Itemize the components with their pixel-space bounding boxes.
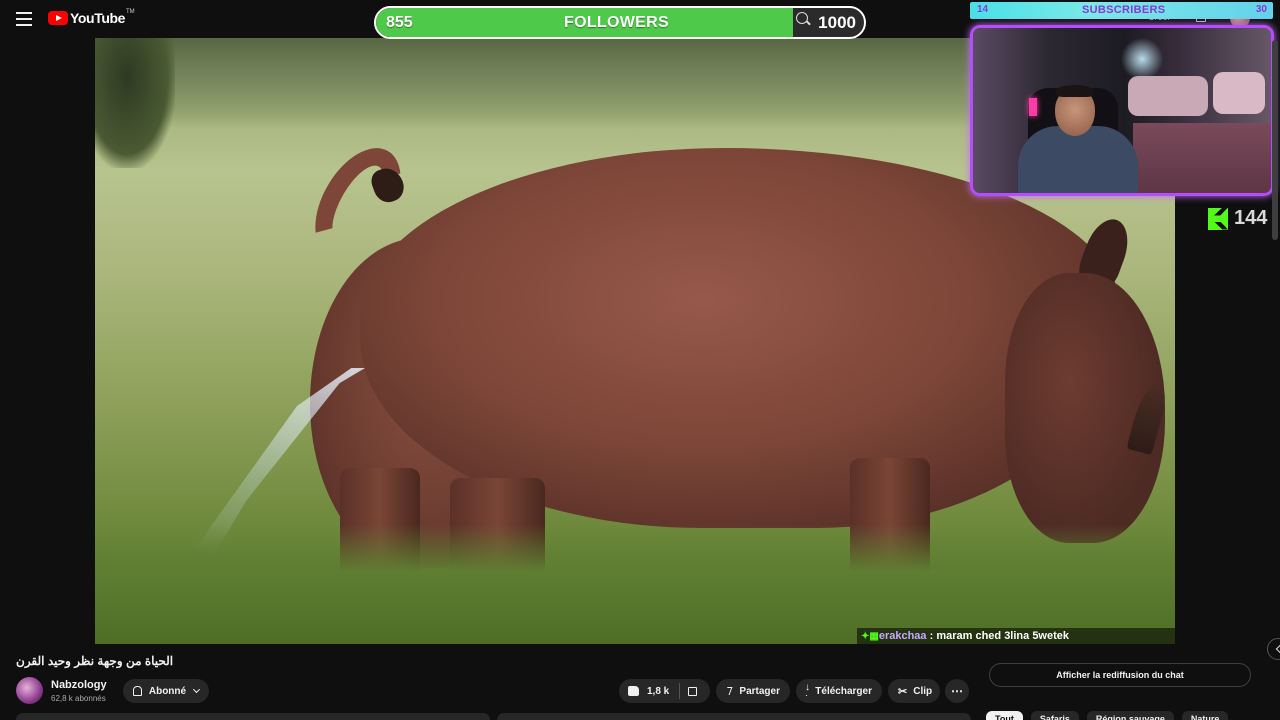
- download-label: Télécharger: [815, 685, 872, 697]
- video-tree: [95, 38, 175, 168]
- chevron-left-icon[interactable]: [1267, 638, 1280, 660]
- filter-chip[interactable]: Tout: [986, 711, 1023, 720]
- rhino-body: [360, 148, 1120, 528]
- dislike-button[interactable]: [688, 686, 698, 696]
- like-dislike-group: 1,8 k: [619, 679, 710, 703]
- followers-label: FOLLOWERS: [564, 14, 669, 31]
- filter-chip[interactable]: Nature: [1181, 711, 1229, 720]
- clip-button[interactable]: ✂ Clip: [888, 679, 940, 703]
- recommendation-chips: Tout Safaris Région sauvage Nature: [986, 711, 1229, 720]
- logo-tm: TM: [126, 9, 135, 15]
- comments-box[interactable]: [497, 713, 971, 720]
- kick-count: 144: [1234, 207, 1268, 229]
- description-box[interactable]: [16, 713, 490, 720]
- search-icon[interactable]: [796, 12, 808, 24]
- kick-viewer-count: 144: [1208, 207, 1267, 230]
- download-button[interactable]: Télécharger: [796, 679, 882, 703]
- youtube-logo[interactable]: YouTube TM: [48, 9, 135, 26]
- bell-icon: [133, 686, 142, 696]
- subscribers-goal-bar: 14 SUBSCRIBERS 30: [970, 2, 1273, 19]
- download-icon: [805, 682, 811, 696]
- youtube-play-icon: [48, 11, 68, 25]
- share-button[interactable]: Partager: [716, 679, 790, 703]
- stream-chat-message: ✦▦ erakchaa : maram ched 3lina 5wetek: [857, 628, 1175, 644]
- filter-chip[interactable]: Région sauvage: [1086, 711, 1174, 720]
- page-scrollbar[interactable]: [1272, 40, 1278, 240]
- scissors-icon: ✂: [898, 685, 908, 698]
- chat-username: erakchaa: [878, 630, 927, 642]
- webcam-pink-light: [1029, 98, 1037, 116]
- channel-subscriber-count: 62,8 k abonnés: [51, 694, 106, 703]
- webcam-pillow: [1128, 76, 1208, 116]
- followers-current: 855: [386, 14, 413, 31]
- kick-logo-icon: [1208, 207, 1228, 230]
- chat-message-text: maram ched 3lina 5wetek: [936, 630, 1070, 642]
- webcam-bed: [1133, 123, 1271, 193]
- chat-separator: :: [926, 630, 937, 642]
- streamer-body: [1018, 126, 1138, 193]
- show-chat-replay-button[interactable]: Afficher la rediffusion du chat: [989, 663, 1251, 687]
- chevron-down-icon: [193, 685, 201, 694]
- video-title: الحياة من وجهة نظر وحيد القرن: [16, 654, 174, 668]
- followers-goal-value: 1000: [818, 13, 856, 32]
- chat-badge-icon: ✦▦: [861, 631, 879, 642]
- share-arrow-icon: [724, 687, 733, 695]
- share-label: Partager: [739, 685, 780, 697]
- like-button[interactable]: 1,8 k: [619, 679, 681, 703]
- streamer-hair: [1056, 85, 1094, 97]
- webcam-pillow: [1213, 72, 1265, 114]
- logo-text: YouTube: [70, 10, 126, 26]
- subscribed-label: Abonné: [148, 685, 187, 697]
- like-divider: [679, 683, 681, 699]
- subscribers-goal-value: 30: [1255, 4, 1267, 15]
- grass-foreground: [95, 524, 1175, 644]
- webcam-overlay: [970, 25, 1274, 196]
- thumb-up-icon: [628, 686, 639, 696]
- filter-chip[interactable]: Safaris: [1030, 711, 1079, 720]
- subscribers-label: SUBSCRIBERS: [1082, 4, 1166, 16]
- channel-name[interactable]: Nabzology: [51, 679, 107, 691]
- like-count: 1,8 k: [647, 685, 670, 697]
- followers-goal-bar: 855 FOLLOWERS 1000: [374, 6, 866, 39]
- channel-avatar[interactable]: [16, 677, 43, 704]
- subscribed-button[interactable]: Abonné: [123, 679, 209, 703]
- clip-label: Clip: [913, 685, 933, 697]
- menu-icon[interactable]: [16, 12, 32, 26]
- more-actions-button[interactable]: ⋯: [945, 679, 969, 703]
- subscribers-current: 14: [977, 4, 989, 15]
